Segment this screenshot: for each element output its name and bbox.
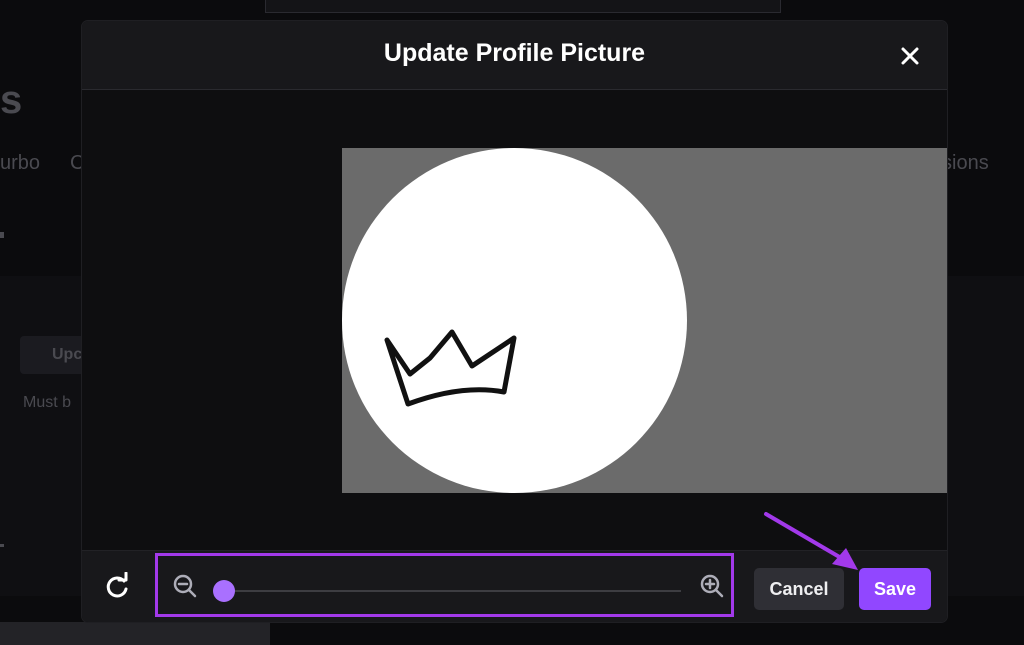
rotate-icon: [106, 571, 128, 598]
zoom-out-icon: [173, 574, 197, 598]
background-upload-label: Upc: [52, 346, 83, 363]
background-tab-sions: sions: [942, 152, 989, 174]
background-note: Must b: [23, 394, 72, 411]
background-marker: [0, 232, 4, 238]
modal-header: Update Profile Picture: [82, 21, 947, 90]
close-icon: [901, 47, 919, 65]
zoom-in-button[interactable]: [699, 573, 725, 604]
zoom-slider-thumb[interactable]: [213, 580, 235, 602]
background-tab-turbo: urbo: [0, 152, 41, 174]
zoom-control: [155, 553, 734, 617]
crown-icon: [384, 329, 517, 407]
annotation-arrow-icon: [764, 512, 858, 570]
close-button[interactable]: [897, 43, 923, 69]
background-page-title: s: [0, 78, 23, 122]
background-top-bar: [265, 0, 781, 13]
zoom-slider-track[interactable]: [216, 590, 681, 592]
zoom-out-button[interactable]: [172, 573, 198, 604]
background-marker-2: [0, 544, 4, 547]
rotate-button[interactable]: [102, 571, 132, 602]
background-bottom-bar: [0, 622, 270, 645]
crop-area[interactable]: [342, 148, 947, 493]
crop-circle-preview[interactable]: [342, 148, 687, 493]
modal-title: Update Profile Picture: [383, 39, 646, 67]
zoom-in-icon: [700, 574, 724, 598]
